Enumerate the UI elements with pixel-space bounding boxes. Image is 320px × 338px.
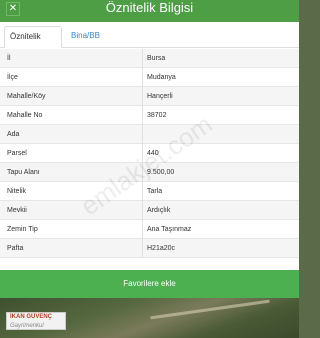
row-key: Mahalle/Köy: [7, 93, 46, 100]
row-key: İlçe: [7, 74, 18, 81]
row-value: Hançerli: [147, 93, 173, 100]
agency-logo-tagline: Gayrimenkul: [10, 323, 44, 329]
row-key: Zemin Tip: [7, 226, 38, 233]
row-value: Tarla: [147, 188, 163, 195]
row-value: Ardıçlık: [147, 207, 171, 214]
close-icon[interactable]: ✕: [6, 2, 20, 16]
row-value: Bursa: [147, 55, 166, 62]
table-row: İl Bursa: [0, 49, 299, 68]
row-value: Ana Taşınmaz: [147, 226, 192, 233]
tab-building-list[interactable]: Bina/BB Listesi: [66, 26, 126, 60]
row-key: Ada: [7, 131, 20, 138]
table-row: Ada: [0, 125, 299, 144]
row-value: Mudanya: [147, 74, 176, 81]
agency-logo: İKAN GÜVENÇ Gayrimenkul: [6, 312, 66, 330]
table-row: Parsel 440: [0, 144, 299, 163]
row-key: İl: [7, 55, 11, 62]
dialog-title: Öznitelik Bilgisi: [105, 0, 194, 15]
add-to-favorites-button[interactable]: Favorilere ekle: [0, 270, 299, 298]
row-value: 9.500,00: [147, 169, 175, 176]
dialog-titlebar: ✕ Öznitelik Bilgisi: [0, 0, 299, 22]
row-key: Parsel: [7, 150, 27, 157]
row-key: Mahalle No: [7, 112, 43, 119]
row-key: Tapu Alanı: [7, 169, 40, 176]
table-row: Mahalle No 38702: [0, 106, 299, 125]
attribute-table: İl Bursa İlçe Mudanya Mahalle/Köy Hançerli …: [0, 49, 299, 258]
table-row: Mahalle/Köy Hançerli: [0, 87, 299, 106]
table-row: Tapu Alanı 9.500,00: [0, 163, 299, 182]
table-row: Zemin Tip Ana Taşınmaz: [0, 220, 299, 239]
table-row: Pafta H21a20c: [0, 239, 299, 258]
row-key: Mevkii: [7, 207, 27, 214]
table-row: Nitelik Tarla: [0, 182, 299, 201]
tab-attribute-info[interactable]: Öznitelik Bilgisi: [4, 26, 62, 61]
table-row: Mevkii Ardıçlık: [0, 201, 299, 220]
row-value: 440: [147, 150, 159, 157]
row-key: Nitelik: [7, 188, 27, 195]
row-value: 38702: [147, 112, 167, 119]
agency-logo-name: İKAN GÜVENÇ: [10, 314, 53, 320]
tab-bar: Öznitelik Bilgisi Bina/BB Listesi: [0, 22, 299, 61]
attribute-info-dialog: ✕ Öznitelik Bilgisi Öznitelik Bilgisi Bi…: [0, 0, 299, 298]
table-row: İlçe Mudanya: [0, 68, 299, 87]
row-value: H21a20c: [147, 245, 176, 252]
row-key: Pafta: [7, 245, 24, 252]
